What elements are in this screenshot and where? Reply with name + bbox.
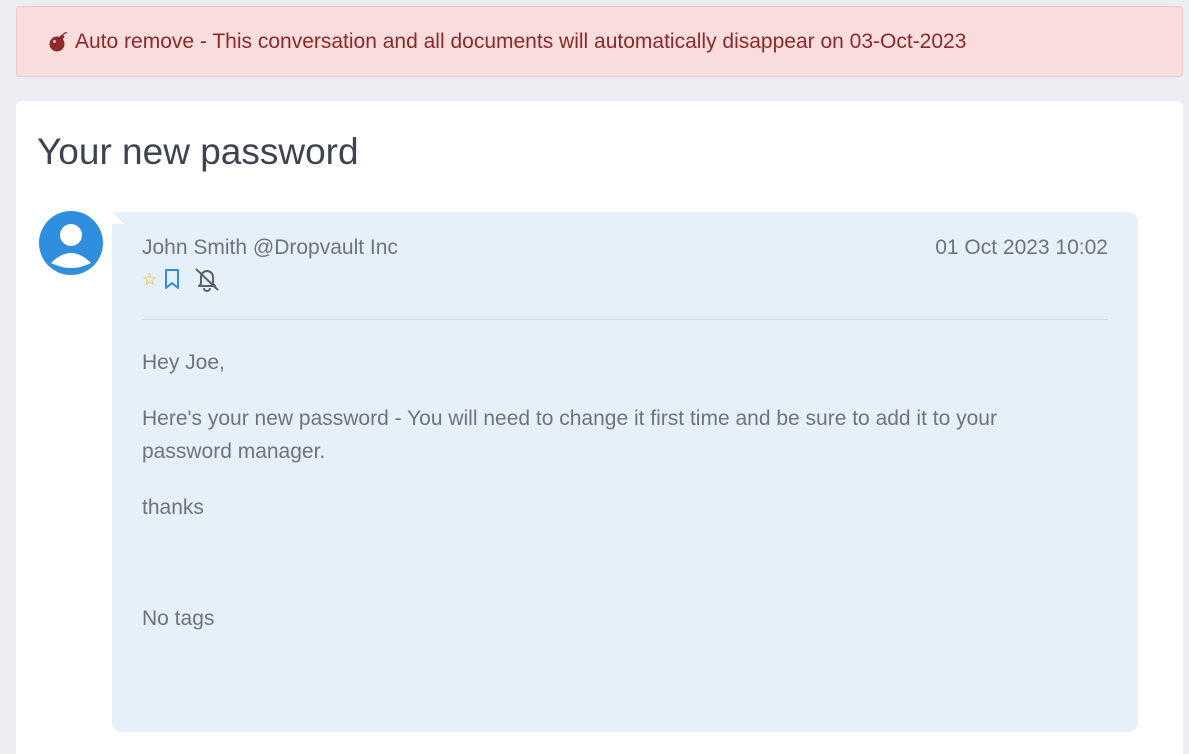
page-title: Your new password <box>37 131 359 172</box>
bookmark-icon[interactable] <box>163 268 181 290</box>
message-actions: ☆ <box>142 266 221 292</box>
message-tags: No tags <box>142 607 215 630</box>
message-paragraph: Here's your new password - You will need… <box>142 407 997 463</box>
divider <box>142 319 1108 320</box>
message-bubble: John Smith @Dropvault Inc 01 Oct 2023 10… <box>112 212 1138 732</box>
message-date: 01 Oct 2023 10:02 <box>935 236 1108 259</box>
bell-off-icon[interactable] <box>193 266 221 292</box>
bomb-icon <box>47 31 69 53</box>
message-signoff: thanks <box>142 496 204 519</box>
conversation-card: Your new password John Smith @Dropvault … <box>16 101 1183 754</box>
star-icon[interactable]: ☆ <box>142 271 157 288</box>
message-body: Hey Joe, Here's your new password - You … <box>142 346 1062 547</box>
user-avatar-icon <box>39 211 103 275</box>
auto-remove-alert: Auto remove - This conversation and all … <box>16 6 1183 77</box>
alert-text: Auto remove - This conversation and all … <box>75 29 967 53</box>
message-sender: John Smith @Dropvault Inc <box>142 236 398 259</box>
message-greeting: Hey Joe, <box>142 351 225 374</box>
